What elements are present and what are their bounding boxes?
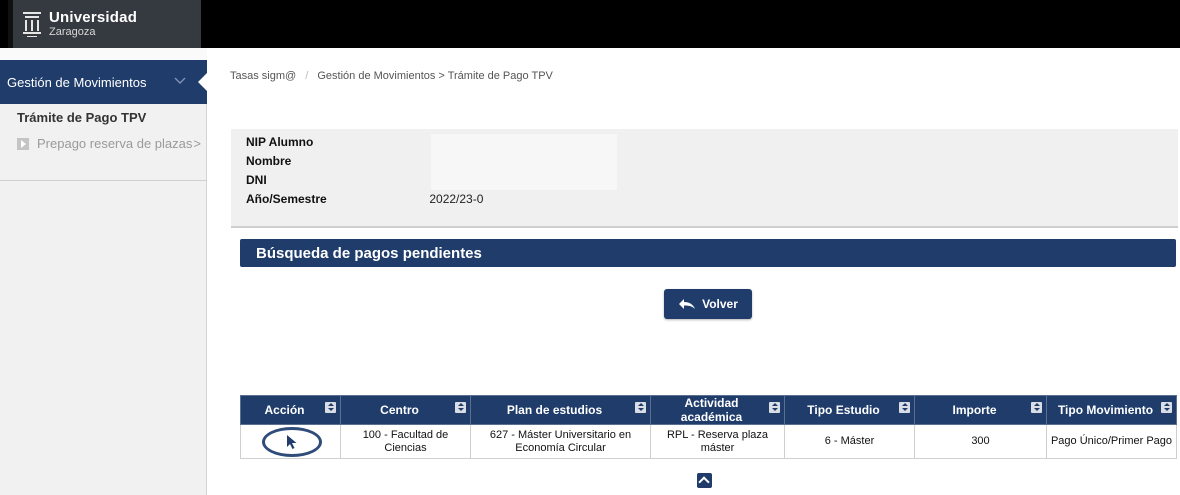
info-row-anio: Año/Semestre 2022/23-0 xyxy=(246,192,483,206)
sidebar: Gestión de Movimientos Trámite de Pago T… xyxy=(0,48,208,495)
dni-label: DNI xyxy=(246,173,267,187)
column-header-label: Tipo Estudio xyxy=(807,403,880,417)
search-section-title: Búsqueda de pagos pendientes xyxy=(256,244,482,262)
sidebar-item-label: Prepago reserva de plazas xyxy=(37,136,193,151)
search-section-header: Búsqueda de pagos pendientes xyxy=(240,239,1176,267)
student-info-panel: NIP Alumno Nombre DNI Año/Semestre 2022/… xyxy=(231,129,1178,228)
scroll-to-top-button[interactable] xyxy=(697,473,712,488)
active-menu-notch xyxy=(198,72,208,92)
anio-semestre-label: Año/Semestre xyxy=(246,192,327,206)
cell-actividad-academica: RPL - Reserva plaza máster xyxy=(650,424,785,459)
column-header-tipo-movimiento[interactable]: Tipo Movimiento xyxy=(1046,395,1177,425)
column-header-label: Plan de estudios xyxy=(506,403,603,417)
column-header-actividad-academica[interactable]: Actividad académica xyxy=(650,395,785,425)
sidebar-item-prepago-reserva[interactable]: Prepago reserva de plazas > xyxy=(17,136,205,151)
plan-line2: Economía Circular xyxy=(515,441,606,454)
sidebar-section-title: Trámite de Pago TPV xyxy=(17,110,147,125)
top-header: Universidad Zaragoza xyxy=(0,0,1180,48)
column-header-importe[interactable]: Importe xyxy=(914,395,1047,425)
cell-accion[interactable] xyxy=(240,424,341,459)
pending-payments-table: Acción Centro Plan de estudios Actividad… xyxy=(240,395,1177,459)
column-header-accion[interactable]: Acción xyxy=(240,395,341,425)
chevron-down-icon xyxy=(174,77,186,84)
volver-button-label: Volver xyxy=(702,297,738,311)
back-arrow-icon xyxy=(679,299,696,309)
sidebar-item-arrow: > xyxy=(193,136,201,151)
breadcrumb-root[interactable]: Tasas sigm@ xyxy=(230,70,296,82)
sort-icon[interactable] xyxy=(325,402,336,413)
column-header-label: Tipo Movimiento xyxy=(1057,403,1154,417)
nip-label: NIP Alumno xyxy=(246,135,314,149)
play-square-icon xyxy=(17,137,29,150)
info-row-nip: NIP Alumno xyxy=(246,135,426,149)
sort-icon[interactable] xyxy=(635,402,646,413)
sidebar-top-strip xyxy=(0,48,207,60)
sidebar-menu-gestion-movimientos[interactable]: Gestión de Movimientos xyxy=(0,60,208,104)
volver-button[interactable]: Volver xyxy=(664,289,752,319)
plan-line1: 627 - Máster Universitario en xyxy=(489,428,632,441)
cell-centro: 100 - Facultad de Ciencias xyxy=(340,424,471,459)
university-logo[interactable]: Universidad Zaragoza xyxy=(8,0,201,48)
sort-icon[interactable] xyxy=(455,402,466,413)
logo-line1: Universidad xyxy=(49,9,138,26)
logo-line2: Zaragoza xyxy=(49,26,96,38)
nombre-label: Nombre xyxy=(246,154,292,168)
table-header-row: Acción Centro Plan de estudios Actividad… xyxy=(240,395,1177,425)
cell-tipo-movimiento: Pago Único/Primer Pago xyxy=(1046,424,1177,459)
logo-text: Universidad Zaragoza xyxy=(49,10,137,38)
cell-tipo-estudio: 6 - Máster xyxy=(784,424,915,459)
column-header-label: Centro xyxy=(380,403,419,417)
column-header-label: Acción xyxy=(264,403,305,417)
sort-icon[interactable] xyxy=(769,402,780,413)
sidebar-menu-label: Gestión de Movimientos xyxy=(7,74,147,90)
sort-icon[interactable] xyxy=(1161,402,1172,413)
sort-icon[interactable] xyxy=(1031,402,1042,413)
sidebar-divider xyxy=(0,180,207,181)
breadcrumb: Tasas sigm@ / Gestión de Movimientos > T… xyxy=(230,70,553,82)
sort-icon[interactable] xyxy=(899,402,910,413)
info-row-nombre: Nombre xyxy=(246,154,426,168)
breadcrumb-separator: / xyxy=(305,70,309,82)
info-row-dni: DNI xyxy=(246,173,426,187)
cell-plan-estudios: 627 - Máster Universitario en Economía C… xyxy=(470,424,651,459)
table-row: 100 - Facultad de Ciencias 627 - Máster … xyxy=(240,424,1177,459)
column-header-label: Importe xyxy=(952,403,997,417)
cell-importe: 300 xyxy=(914,424,1047,459)
column-header-centro[interactable]: Centro xyxy=(340,395,471,425)
redacted-info-area xyxy=(431,134,617,190)
breadcrumb-path: Gestión de Movimientos > Trámite de Pago… xyxy=(317,70,553,82)
column-header-tipo-estudio[interactable]: Tipo Estudio xyxy=(784,395,915,425)
university-crest-icon xyxy=(23,12,41,37)
column-header-label: Actividad académica xyxy=(680,396,743,424)
anio-semestre-value: 2022/23-0 xyxy=(429,192,484,206)
column-header-plan-estudios[interactable]: Plan de estudios xyxy=(470,395,651,425)
select-pointer-icon[interactable] xyxy=(286,434,298,450)
